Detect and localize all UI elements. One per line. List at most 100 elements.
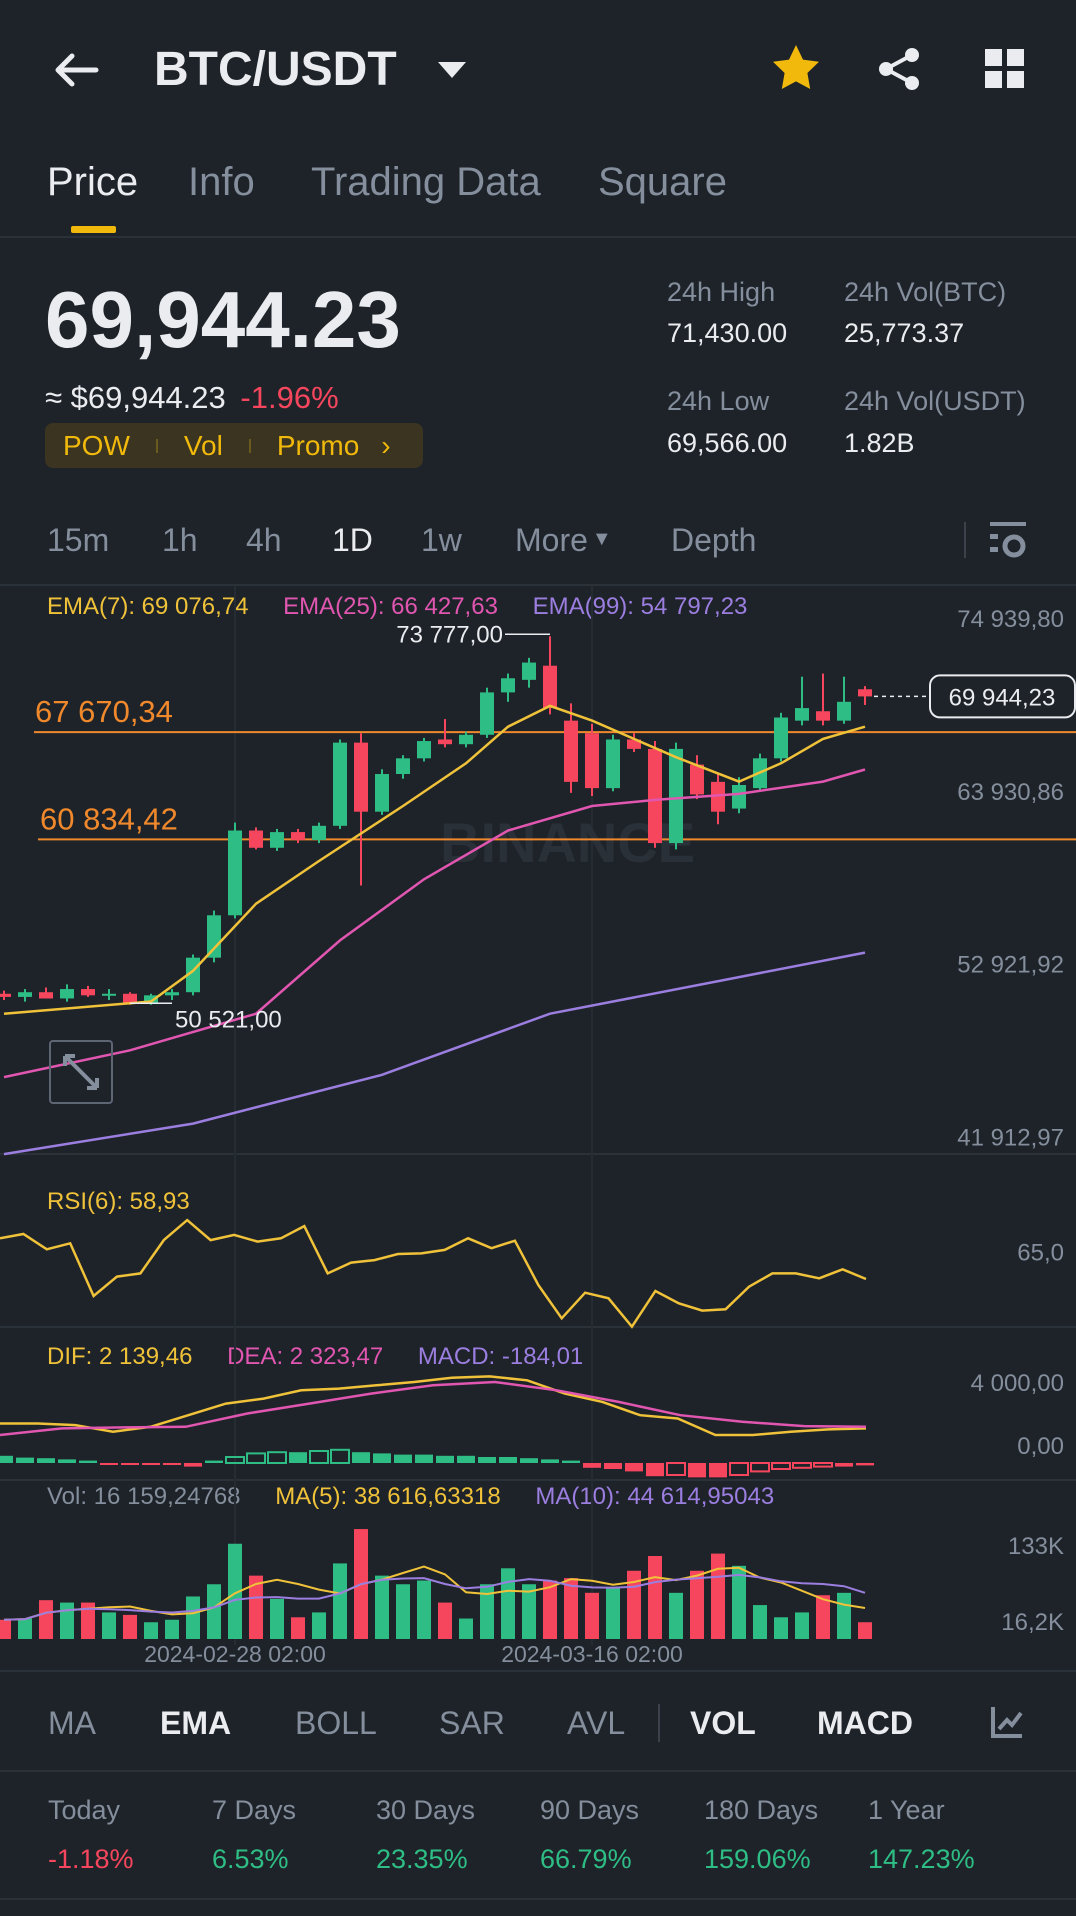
- indicator-ema[interactable]: EMA: [160, 1705, 231, 1742]
- macd-histogram-bar: [352, 1452, 370, 1463]
- macd-histogram-bar: [457, 1455, 475, 1463]
- candle-body: [543, 665, 557, 709]
- macd-histogram-bar: [246, 1452, 266, 1465]
- rsi-line: [0, 1218, 867, 1329]
- kline-chart[interactable]: BINANCE 2024-02-28 02:00 2024-03-16 02:00…: [0, 0, 1076, 1916]
- candle-body: [417, 741, 431, 759]
- volume-axis-label: 16,2K: [1001, 1609, 1064, 1636]
- price-level-label: 60 834,42: [40, 801, 178, 836]
- macd-histogram-bar: [142, 1463, 160, 1465]
- candle-body: [249, 830, 263, 848]
- y-axis-label: 74 939,80: [957, 606, 1064, 633]
- macd-histogram-bar: [16, 1457, 34, 1463]
- candle-body: [102, 993, 116, 996]
- current-price-label: 69 944,23: [949, 684, 1056, 711]
- volume-bar: [186, 1596, 200, 1639]
- candle-body: [354, 742, 368, 812]
- performance-label: 7 Days: [212, 1795, 297, 1825]
- macd-histogram-bar: [373, 1453, 391, 1463]
- macd-histogram-bar: [520, 1458, 538, 1463]
- volume-bar: [858, 1622, 872, 1639]
- macd-histogram-bar: [184, 1463, 202, 1467]
- macd-histogram-bar: [121, 1463, 139, 1465]
- candle-body: [480, 692, 494, 735]
- candle-body: [165, 992, 179, 996]
- performance-label: Today: [48, 1795, 121, 1825]
- volume-bar: [60, 1602, 74, 1639]
- macd-histogram-bar: [729, 1462, 749, 1476]
- candle-body: [270, 832, 284, 848]
- macd-histogram-bar: [792, 1462, 812, 1469]
- divider: [0, 1670, 1076, 1672]
- macd-histogram-bar: [436, 1455, 454, 1463]
- macd-histogram-bar: [79, 1460, 97, 1463]
- performance-value: 159.06%: [704, 1844, 811, 1874]
- candle-body: [291, 832, 305, 840]
- volume-bar: [207, 1584, 221, 1639]
- candle-body: [375, 774, 389, 812]
- volume-bar: [795, 1612, 809, 1639]
- volume-bar: [39, 1600, 53, 1639]
- volume-bar: [711, 1553, 725, 1639]
- macd-histogram-bar: [562, 1460, 580, 1463]
- performance-value: 23.35%: [376, 1844, 468, 1874]
- ema99-line: [3, 951, 866, 1156]
- candle-body: [39, 992, 53, 999]
- candle-body: [81, 989, 95, 996]
- volume-bar: [144, 1622, 158, 1639]
- volume-bar: [438, 1602, 452, 1639]
- macd-histogram-bar: [478, 1457, 496, 1463]
- indicator-boll[interactable]: BOLL: [295, 1705, 377, 1742]
- macd-histogram-bar: [100, 1463, 118, 1465]
- candle-body: [648, 748, 662, 844]
- volume-bar: [669, 1592, 683, 1639]
- indicator-sar[interactable]: SAR: [439, 1705, 505, 1742]
- candle-body: [690, 764, 704, 795]
- performance-value: 6.53%: [212, 1844, 289, 1874]
- ema7-line: [3, 704, 866, 1015]
- volume-bar: [375, 1575, 389, 1639]
- candle-body: [333, 742, 347, 826]
- volume-bar: [270, 1598, 284, 1639]
- candle-body: [606, 739, 620, 789]
- indicator-settings-icon[interactable]: [990, 1705, 1024, 1739]
- macd-histogram-bar: [205, 1460, 223, 1463]
- indicator-avl[interactable]: AVL: [567, 1705, 625, 1742]
- macd-histogram-bar: [856, 1463, 874, 1466]
- indicator-macd[interactable]: MACD: [817, 1705, 913, 1742]
- candle-body: [18, 992, 32, 997]
- macd-axis-label: 4 000,00: [971, 1370, 1064, 1397]
- y-axis-label: 63 930,86: [957, 779, 1064, 806]
- volume-bar: [291, 1617, 305, 1639]
- macd-histogram-bar: [499, 1457, 517, 1463]
- performance-value: 147.23%: [868, 1844, 975, 1874]
- candle-body: [858, 689, 872, 697]
- indicator-ma[interactable]: MA: [48, 1705, 96, 1742]
- y-axis-label: 52 921,92: [957, 952, 1064, 979]
- volume-bar: [333, 1563, 347, 1639]
- dea-line: [0, 1380, 867, 1437]
- volume-bar: [396, 1584, 410, 1639]
- performance-label: 180 Days: [704, 1795, 819, 1825]
- volume-bar: [585, 1592, 599, 1639]
- indicator-vol[interactable]: VOL: [690, 1705, 756, 1742]
- macd-histogram-bar: [688, 1463, 706, 1478]
- candle-body: [837, 701, 851, 721]
- candle-body: [312, 825, 326, 840]
- performance-value: -1.18%: [48, 1844, 134, 1874]
- candle-body: [438, 739, 452, 745]
- macd-histogram-bar: [625, 1463, 643, 1472]
- performance-label: 90 Days: [540, 1795, 640, 1825]
- macd-histogram-bar: [750, 1462, 770, 1473]
- x-axis-label: 2024-02-28 02:00: [144, 1641, 326, 1667]
- y-axis-label: 41 912,97: [957, 1124, 1064, 1151]
- candle-body: [60, 989, 74, 999]
- candle-body: [585, 733, 599, 789]
- volume-bar: [732, 1565, 746, 1639]
- macd-histogram-bar: [835, 1463, 853, 1467]
- rsi-axis-label: 65,0: [1017, 1240, 1064, 1267]
- macd-histogram-bar: [289, 1452, 307, 1463]
- expand-icon[interactable]: [49, 1040, 113, 1104]
- volume-bar: [102, 1612, 116, 1639]
- candle-body: [669, 748, 683, 844]
